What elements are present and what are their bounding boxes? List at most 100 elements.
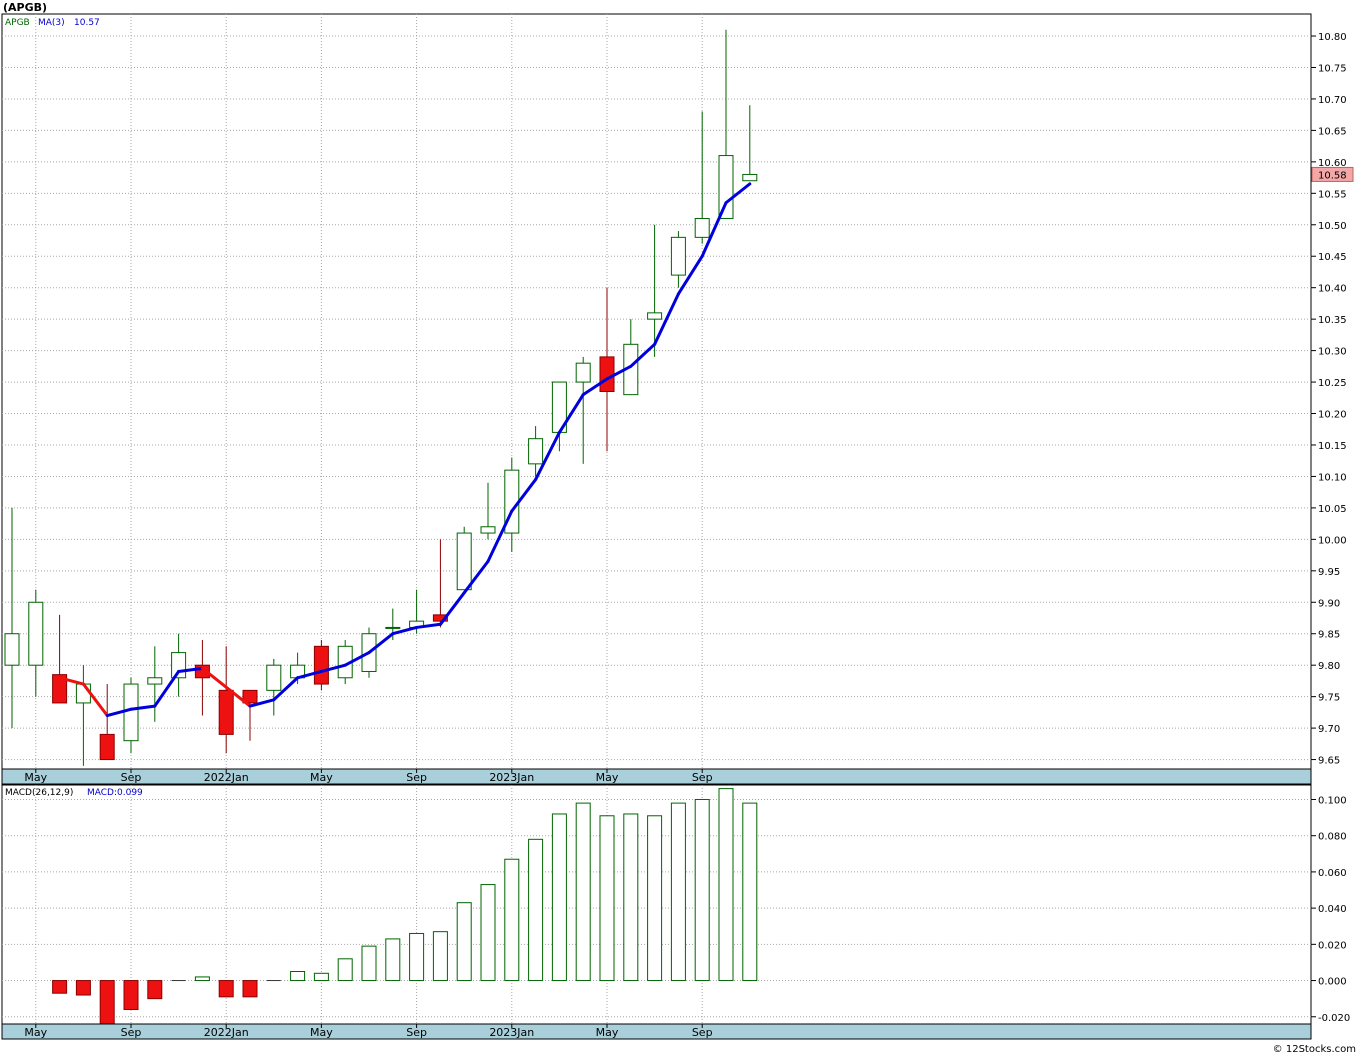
price-tick-label: 10.05 [1318, 504, 1347, 515]
macd-bar [290, 970, 306, 982]
copyright-footer: © 12Stocks.com [1273, 1044, 1356, 1055]
price-tick-label: 10.65 [1318, 126, 1347, 137]
macd-bar [409, 932, 425, 982]
candle-body [218, 689, 234, 735]
candle-body [99, 733, 115, 761]
candle-body [575, 362, 591, 383]
price-tick-label: 10.70 [1318, 95, 1347, 106]
price-tick-label: 9.70 [1318, 724, 1340, 735]
candle-body [742, 173, 758, 182]
candle-body [385, 626, 401, 629]
macd-bar [670, 802, 686, 982]
price-tick-label: 9.85 [1318, 630, 1340, 641]
macd-bar [313, 972, 329, 982]
price-tick-label: 9.80 [1318, 661, 1340, 672]
date-tick-label: Sep [121, 771, 142, 784]
macd-bar [194, 976, 210, 982]
chart-title: (APGB) [3, 1, 47, 14]
macd-tick-label: 0.080 [1318, 832, 1347, 843]
price-tick-label: 10.40 [1318, 284, 1347, 295]
macd-tick-label: 0.100 [1318, 795, 1347, 806]
candle-body [694, 217, 710, 238]
candle-body [599, 356, 615, 393]
price-legend-entry: 10.57 [74, 18, 100, 28]
date-tick-label: May [310, 1026, 333, 1039]
date-tick-label: May [596, 1026, 619, 1039]
price-tick-label: 10.80 [1318, 32, 1347, 43]
macd-bar [694, 798, 710, 982]
date-tick-label: Sep [406, 771, 427, 784]
price-tick-label: 9.65 [1318, 756, 1340, 767]
candle-body [75, 683, 91, 704]
macd-bar [599, 815, 615, 982]
macd-bar [361, 945, 377, 982]
price-tick-label: 10.25 [1318, 378, 1347, 389]
price-tick-label: 10.20 [1318, 410, 1347, 421]
candle-body [718, 155, 734, 219]
macd-bar [218, 980, 234, 998]
candle-body [480, 526, 496, 534]
candle-body [4, 633, 20, 666]
macd-bar [385, 938, 401, 982]
last-price-label: 10.58 [1318, 170, 1347, 181]
date-tick-label: Sep [692, 1026, 713, 1039]
candle-body [28, 601, 44, 666]
price-tick-label: 10.45 [1318, 252, 1347, 263]
price-tick-label: 10.15 [1318, 441, 1347, 452]
price-tick-label: 10.50 [1318, 221, 1347, 232]
macd-bar [647, 815, 663, 982]
date-tick-label: May [24, 771, 47, 784]
price-legend-entry: MA(3) [38, 18, 65, 28]
macd-tick-label: 0.060 [1318, 868, 1347, 879]
price-tick-label: 10.75 [1318, 63, 1347, 74]
macd-bar [623, 813, 639, 982]
macd-tick-label: 0.000 [1318, 977, 1347, 988]
macd-bar [742, 802, 758, 982]
macd-bar [504, 858, 520, 982]
macd-bar [337, 958, 353, 982]
candle-body [647, 312, 663, 320]
price-tick-label: 9.75 [1318, 693, 1340, 704]
macd-tick-label: 0.040 [1318, 904, 1347, 915]
price-tick-label: 10.30 [1318, 347, 1347, 358]
price-tick-label: 10.55 [1318, 189, 1347, 200]
macd-bar [123, 980, 139, 1011]
date-tick-label: May [310, 771, 333, 784]
price-tick-label: 9.90 [1318, 598, 1340, 609]
candle-body [456, 532, 472, 591]
date-tick-label: 2022Jan [204, 771, 249, 784]
date-tick-label: Sep [406, 1026, 427, 1039]
price-tick-label: 10.00 [1318, 535, 1347, 546]
macd-legend-entry: MACD:0.099 [87, 788, 143, 798]
macd-bar [99, 980, 115, 1025]
macd-bar [75, 980, 91, 996]
stock-chart: (APGB) 9.65 9.70 9.75 9.80 9.85 9.90 9.95 10.00… [1, 1, 1356, 1055]
price-plot-frame [1, 13, 1312, 770]
macd-bar [147, 980, 163, 1000]
macd-bar [432, 931, 448, 982]
candle-body [147, 677, 163, 685]
macd-legend-entry: MACD(26,12,9) [5, 788, 73, 798]
macd-bar [575, 802, 591, 982]
date-tick-label: May [596, 771, 619, 784]
macd-bar [551, 813, 567, 982]
date-tick-label: May [24, 1026, 47, 1039]
macd-panel: -0.020 0.000 0.020 0.040 0.060 0.080 0.100 MACD… [1, 784, 1350, 1040]
price-tick-label: 10.35 [1318, 315, 1347, 326]
date-tick-label: 2023Jan [489, 771, 534, 784]
date-tick-label: Sep [121, 1026, 142, 1039]
macd-bar [480, 884, 496, 982]
macd-bar [456, 902, 472, 982]
macd-bar [52, 980, 68, 994]
candle-body [670, 236, 686, 276]
date-tick-label: Sep [692, 771, 713, 784]
macd-tick-label: 0.020 [1318, 940, 1347, 951]
macd-tick-label: -0.020 [1318, 1013, 1350, 1024]
candle-body [123, 683, 139, 742]
date-tick-label: 2022Jan [204, 1026, 249, 1039]
date-tick-label: 2023Jan [489, 1026, 534, 1039]
candle-body [313, 645, 329, 685]
price-tick-label: 10.10 [1318, 472, 1347, 483]
price-legend-entry: APGB [5, 18, 30, 28]
price-tick-label: 9.95 [1318, 567, 1340, 578]
